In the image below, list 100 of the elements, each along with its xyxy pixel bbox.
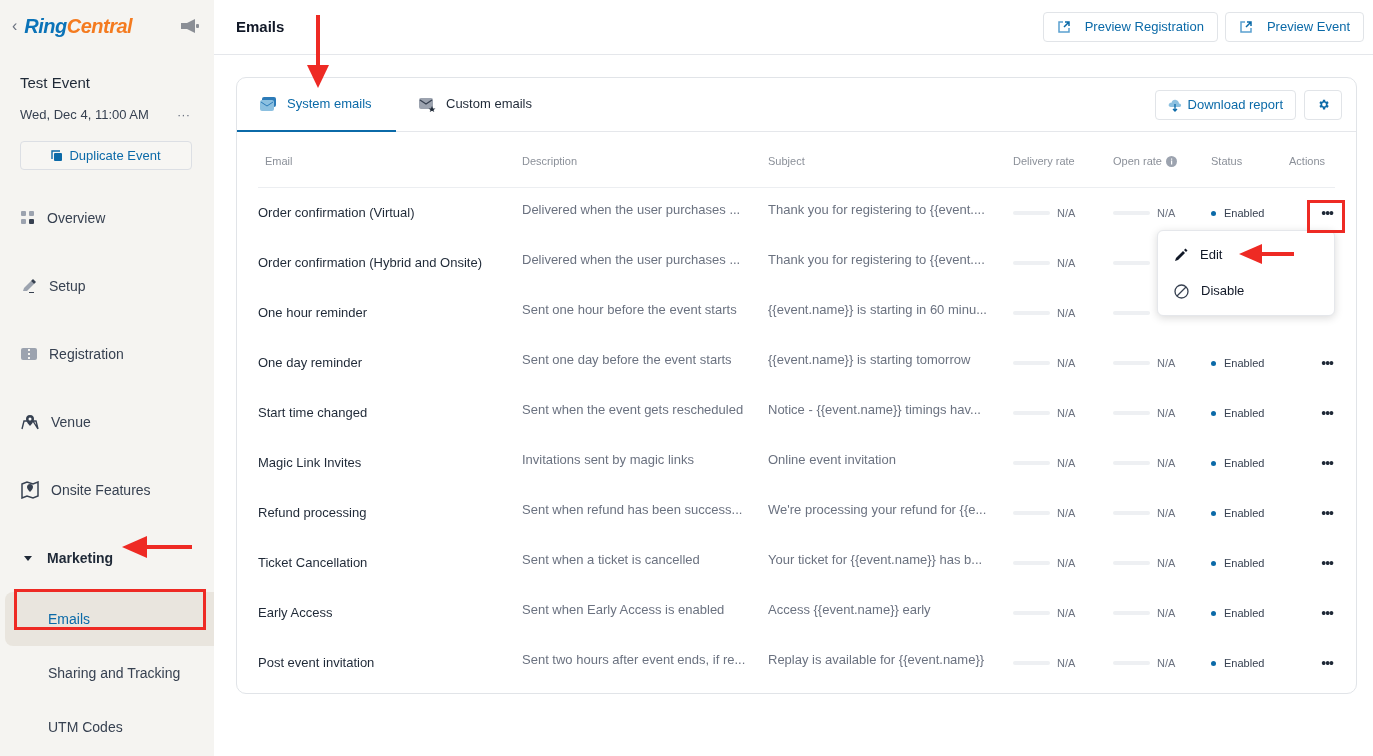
actions-button[interactable]: ••• — [1319, 606, 1335, 620]
menu-item[interactable]: Edit — [1158, 237, 1334, 273]
email-description: Sent when a ticket is cancelled — [522, 551, 701, 570]
open-rate: N/A — [1157, 655, 1176, 671]
nav-label[interactable]: Marketing — [47, 547, 114, 569]
cloud-download-icon — [1167, 97, 1182, 112]
delivery-rate: N/A — [1057, 655, 1076, 671]
email-name: Magic Link Invites — [258, 454, 363, 473]
column-header: Email — [265, 154, 293, 170]
logo: RingCentral — [24, 14, 133, 39]
delivery-rate: N/A — [1057, 405, 1076, 421]
map-pin-icon — [21, 481, 39, 499]
ticket-icon — [21, 347, 37, 361]
pencil-icon — [1174, 248, 1188, 262]
location-pin-icon — [21, 414, 39, 430]
nav-label[interactable]: Venue — [51, 411, 91, 433]
email-name: Early Access — [258, 604, 334, 623]
event-title: Test Event — [20, 73, 92, 93]
email-subject: Thank you for registering to {{event.... — [768, 201, 986, 220]
email-subject: Thank you for registering to {{event.... — [768, 251, 986, 270]
open-rate: N/A — [1157, 505, 1176, 521]
email-name: Order confirmation (Virtual) — [258, 204, 416, 223]
status-label: Enabled — [1224, 405, 1265, 421]
actions-button[interactable]: ••• — [1319, 506, 1335, 520]
open-rate: N/A — [1157, 555, 1176, 571]
delivery-rate: N/A — [1057, 205, 1076, 221]
delivery-rate: N/A — [1057, 555, 1076, 571]
email-description: Sent one day before the event starts — [522, 351, 733, 370]
column-header: Actions — [1289, 154, 1326, 170]
tab[interactable]: Custom emails — [396, 78, 554, 132]
status-label: Enabled — [1224, 555, 1265, 571]
email-subject: Your ticket for {{event.name}} has b... — [768, 551, 984, 570]
open-rate: N/A — [1157, 405, 1176, 421]
email-description: Sent when the event gets rescheduled — [522, 401, 745, 420]
settings-button[interactable] — [1304, 89, 1342, 120]
download-report-button[interactable]: Download report — [1154, 89, 1296, 120]
preview-button[interactable]: Preview Event — [1224, 12, 1364, 42]
email-subject: Notice - {{event.name}} timings hav... — [768, 401, 982, 420]
open-rate: N/A — [1157, 205, 1176, 221]
email-subject: {{event.name}} is starting in 60 minu... — [768, 301, 988, 320]
email-description: Sent two hours after event ends, if re... — [522, 651, 747, 670]
column-header: Delivery rate — [1013, 154, 1075, 170]
external-link-icon — [1238, 20, 1253, 34]
annotation-arrow — [1239, 244, 1294, 264]
status-label: Enabled — [1224, 355, 1265, 371]
status-label: Enabled — [1224, 605, 1265, 621]
grid-icon — [21, 211, 35, 225]
column-header: Description — [522, 154, 578, 170]
nav-label[interactable]: Setup — [49, 275, 86, 297]
column-header: Open rate — [1113, 154, 1162, 170]
page-title: Emails — [236, 16, 285, 37]
pencil-icon — [21, 278, 37, 294]
actions-button[interactable]: ••• — [1319, 356, 1335, 370]
actions-button[interactable]: ••• — [1319, 656, 1335, 670]
email-description: Delivered when the user purchases ... — [522, 201, 742, 220]
status-label: Enabled — [1224, 505, 1265, 521]
copy-icon — [51, 149, 64, 162]
email-description: Invitations sent by magic links — [522, 451, 695, 470]
nav-label[interactable]: Registration — [49, 343, 124, 365]
annotation-arrow — [122, 536, 192, 558]
open-rate: N/A — [1157, 455, 1176, 471]
open-rate: N/A — [1157, 355, 1176, 371]
menu-item[interactable]: Disable — [1158, 273, 1334, 309]
email-name: Refund processing — [258, 504, 368, 523]
status-label: Enabled — [1224, 205, 1265, 221]
back-chevron[interactable]: ‹ — [12, 14, 18, 38]
delivery-rate: N/A — [1057, 355, 1076, 371]
megaphone-icon[interactable] — [180, 18, 200, 34]
email-subject: {{event.name}} is starting tomorrow — [768, 351, 972, 370]
nav-label[interactable]: Onsite Features — [51, 479, 151, 501]
email-subject: Access {{event.name}} early — [768, 601, 932, 620]
duplicate-event-button[interactable]: Duplicate Event — [20, 141, 192, 170]
status-label: Enabled — [1224, 455, 1265, 471]
email-name: Order confirmation (Hybrid and Onsite) — [258, 254, 483, 273]
nav-label[interactable]: Overview — [47, 207, 106, 229]
delivery-rate: N/A — [1057, 255, 1076, 271]
email-name: One hour reminder — [258, 304, 369, 323]
external-link-icon — [1056, 20, 1071, 34]
email-description: Sent one hour before the event starts — [522, 301, 738, 320]
column-header: Status — [1211, 154, 1243, 170]
actions-button[interactable]: ••• — [1319, 556, 1335, 570]
email-description: Sent when refund has been success... — [522, 501, 744, 520]
preview-button[interactable]: Preview Registration — [1042, 12, 1218, 42]
email-name: One day reminder — [258, 354, 364, 373]
nav-label[interactable]: Sharing and Tracking — [48, 662, 181, 684]
disabled-icon — [1174, 283, 1189, 299]
delivery-rate: N/A — [1057, 455, 1076, 471]
actions-button[interactable]: ••• — [1319, 206, 1335, 220]
open-rate: N/A — [1157, 605, 1176, 621]
nav-label[interactable]: UTM Codes — [48, 716, 123, 738]
email-description: Sent when Early Access is enabled — [522, 601, 726, 620]
more-button[interactable]: ··· — [177, 104, 190, 124]
event-date: Wed, Dec 4, 11:00 AM — [20, 105, 149, 124]
actions-button[interactable]: ••• — [1319, 456, 1335, 470]
email-description: Delivered when the user purchases ... — [522, 251, 742, 270]
delivery-rate: N/A — [1057, 305, 1076, 321]
nav-label[interactable]: Emails — [48, 608, 90, 630]
email-name: Start time changed — [258, 404, 369, 423]
actions-button[interactable]: ••• — [1319, 406, 1335, 420]
delivery-rate: N/A — [1057, 505, 1076, 521]
